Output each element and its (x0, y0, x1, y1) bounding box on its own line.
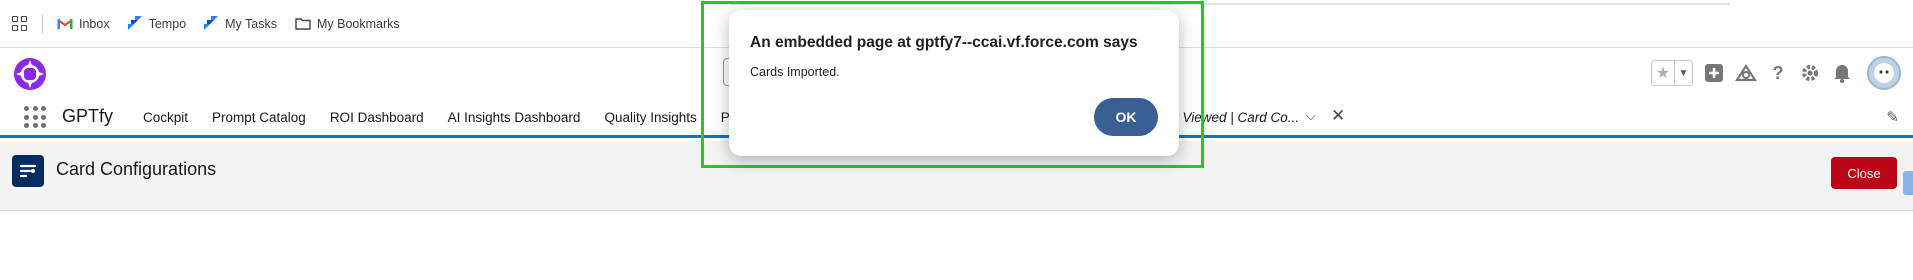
tab-quality-insights[interactable]: Quality Insights (604, 110, 696, 125)
bookmark-my-tasks[interactable]: My Tasks (204, 16, 277, 31)
edit-nav-pencil-icon[interactable]: ✎ (1886, 108, 1899, 126)
bookmark-tempo[interactable]: Tempo (127, 16, 187, 31)
close-tab-icon[interactable]: ✕ (1331, 106, 1345, 126)
gear-icon[interactable] (1799, 62, 1821, 84)
bookmark-my-bookmarks[interactable]: My Bookmarks (295, 17, 400, 31)
chevron-down-icon[interactable]: ▼ (1674, 61, 1692, 85)
chevron-down-icon[interactable]: ⌵ (1306, 108, 1316, 124)
close-button[interactable]: Close (1831, 157, 1897, 189)
gmail-icon (57, 18, 73, 29)
dialog-message: Cards Imported. (750, 65, 840, 79)
trailhead-icon[interactable] (1735, 62, 1757, 84)
folder-icon (295, 18, 311, 30)
tempo-icon (127, 16, 142, 30)
star-icon[interactable]: ★ (1652, 61, 1674, 85)
apps-grid-icon[interactable] (12, 15, 28, 32)
card-configurations-icon (12, 155, 44, 187)
bookmark-inbox[interactable]: Inbox (57, 17, 110, 31)
user-avatar[interactable] (1867, 56, 1901, 90)
tab-ai-insights-dashboard[interactable]: AI Insights Dashboard (448, 110, 581, 125)
notifications-bell-icon[interactable] (1831, 62, 1853, 84)
dialog-title: An embedded page at gptfy7--ccai.vf.forc… (750, 34, 1138, 51)
bookmarks-separator (42, 14, 43, 33)
tab-prompt-catalog[interactable]: Prompt Catalog (212, 110, 306, 125)
tab-cockpit[interactable]: Cockpit (143, 110, 188, 125)
bookmark-label: My Tasks (225, 16, 277, 31)
alert-dialog: An embedded page at gptfy7--ccai.vf.forc… (729, 10, 1179, 156)
help-icon[interactable]: ? (1767, 62, 1789, 84)
add-icon[interactable] (1703, 62, 1725, 84)
bookmark-label: Tempo (148, 16, 187, 31)
side-panel-handle[interactable] (1903, 171, 1913, 195)
bookmark-label: Inbox (79, 16, 110, 31)
bookmark-label: My Bookmarks (317, 16, 400, 31)
app-launcher-icon[interactable] (24, 106, 46, 128)
jira-icon (204, 16, 219, 30)
ok-button[interactable]: OK (1094, 98, 1158, 136)
gptfy-logo-icon[interactable] (12, 56, 48, 92)
page-title: Card Configurations (56, 159, 217, 179)
app-name: GPTfy (62, 106, 114, 126)
favorites-control[interactable]: ★ ▼ (1651, 60, 1693, 86)
tab-roi-dashboard[interactable]: ROI Dashboard (330, 110, 424, 125)
